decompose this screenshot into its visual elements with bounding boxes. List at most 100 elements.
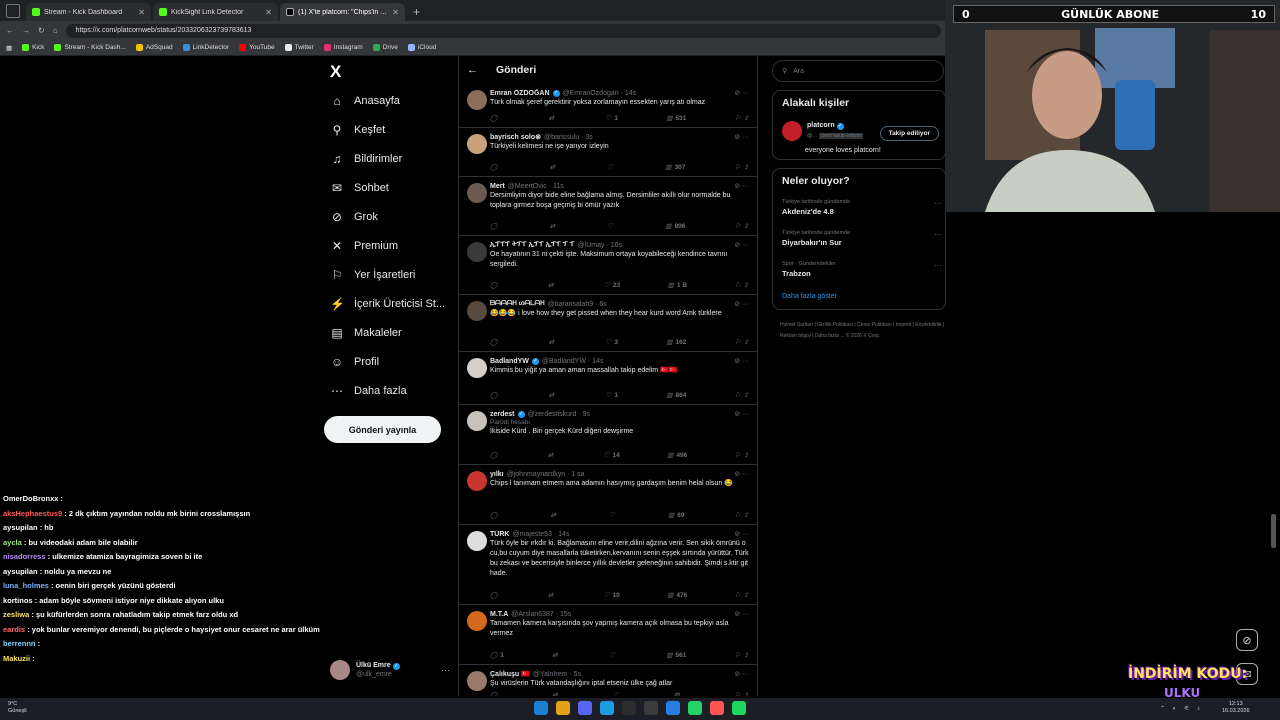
more-options-icon[interactable]: ··· (934, 261, 942, 270)
tweet[interactable]: ᗷᗩᗩᗩᕼ ᔕᗩᒪᗩᕼ @baransalah9 · 6s ⊘ ··· 😂😂😂 i l… (459, 295, 757, 352)
avatar[interactable] (467, 90, 487, 110)
chat-username[interactable]: luna_holmes (3, 581, 49, 590)
tweet-handle-time[interactable]: @YalnIrem · 5s (533, 671, 581, 678)
bookmark-button[interactable]: ⚐ ⇪ (735, 338, 749, 346)
more-options-icon[interactable]: ··· (934, 230, 942, 239)
share-icon[interactable]: ⇪ (744, 114, 749, 122)
apps-icon[interactable]: ▦ (6, 44, 12, 52)
reply-button[interactable]: ◯ (490, 691, 500, 696)
share-icon[interactable]: ⇪ (744, 691, 749, 696)
avatar[interactable] (467, 301, 487, 321)
bookmark-item[interactable]: AdSquad (135, 44, 173, 51)
reload-icon[interactable]: ↻ (38, 26, 45, 35)
grok-and-more-icons[interactable]: ⊘ ··· (734, 300, 749, 308)
forward-icon[interactable]: → (22, 26, 30, 35)
reply-button[interactable]: ◯ (490, 591, 500, 599)
following-button[interactable]: Takip ediliyor (879, 126, 939, 141)
clock[interactable]: 12:13 16.03.2026 (1222, 701, 1250, 715)
chat-username[interactable]: aysupilan (3, 567, 38, 576)
tweet-handle-time[interactable]: @barissulu · 3s (544, 134, 593, 141)
x-logo-icon[interactable]: X (330, 62, 341, 82)
like-button[interactable]: ♡ (607, 163, 616, 171)
bookmark-button[interactable]: ⚐ ⇪ (735, 222, 749, 230)
bookmark-button[interactable]: ⚐ ⇪ (735, 451, 749, 459)
person-info[interactable]: platcorn ✓ @... Seni takip ediyor (807, 121, 864, 141)
taskbar-app-icon[interactable] (622, 701, 636, 715)
reply-button[interactable]: ◯ (490, 281, 500, 289)
taskbar-app-icon[interactable] (556, 701, 570, 715)
nav-item-creator-studio[interactable]: ⚡ İçerik Üreticisi St... (330, 297, 445, 311)
share-icon[interactable]: ⇪ (744, 281, 749, 289)
avatar[interactable] (467, 242, 487, 262)
share-icon[interactable]: ⇪ (744, 511, 749, 519)
nav-item-bookmarks[interactable]: ⚐ Yer İşaretleri (330, 268, 416, 282)
chat-username[interactable]: zesliwa (3, 610, 29, 619)
tweet[interactable]: zerdest ✓ @zerdestiskurd · 9s ⊘ ··· Parodi h… (459, 405, 757, 465)
bookmark-button[interactable]: ⚐ ⇪ (735, 114, 749, 122)
browser-tab[interactable]: KickSight Link Detector ✕ (153, 3, 278, 21)
reply-button[interactable]: ◯ (490, 451, 500, 459)
more-options-icon[interactable]: ··· (441, 665, 450, 675)
nav-item-explore[interactable]: ⚲ Keşfet (330, 123, 386, 137)
taskbar-app-icon[interactable] (600, 701, 614, 715)
system-tray[interactable]: ⌃ ◐ ⚟ ♪ (1160, 705, 1203, 712)
tweet-handle-time[interactable]: @MeertOvic · 11s (508, 183, 564, 190)
grok-and-more-icons[interactable]: ⊘ ··· (734, 182, 749, 190)
chat-username[interactable]: Makuzii (3, 654, 30, 663)
share-icon[interactable]: ⇪ (744, 338, 749, 346)
taskbar-app-icon[interactable] (710, 701, 724, 715)
trend-item[interactable]: Spor · Gündemdekiler Trabzon ··· (782, 261, 942, 278)
reply-button[interactable]: ◯ (490, 222, 500, 230)
tweet[interactable]: yılkı @johnmaynardkyn · 1 sa ⊘ ··· Chips l … (459, 465, 757, 525)
tweet[interactable]: Çalıkuşu 🇹🇷 @YalnIrem · 5s ⊘ ··· Şu virüsle… (459, 665, 757, 696)
views-button[interactable]: ▥ (674, 691, 683, 696)
repost-button[interactable]: ⇄ (552, 651, 560, 659)
tweet[interactable]: ኢፕፐፕ ትፕፐ ኢፕፐ ኢፕፐ ፕ ፐ @lUmay · 16s ⊘ ··· Oe … (459, 236, 757, 295)
tweet-handle-time[interactable]: @lUmay · 16s (578, 242, 622, 249)
repost-button[interactable]: ⇄ (552, 691, 560, 696)
taskbar-app-icon[interactable] (578, 701, 592, 715)
like-button[interactable]: ♡ 10 (604, 591, 620, 600)
like-button[interactable]: ♡ 14 (604, 451, 620, 460)
repost-button[interactable]: ⇄ (550, 222, 558, 230)
tweet-handle-time[interactable]: @EmranOzdogan · 14s (563, 90, 637, 97)
like-button[interactable]: ♡ (607, 222, 616, 230)
show-more-link[interactable]: Daha fazla göster (782, 293, 837, 300)
taskbar-app-icon[interactable] (644, 701, 658, 715)
bookmark-button[interactable]: ⚐ ⇪ (735, 511, 749, 519)
views-button[interactable]: ▥ 896 (665, 222, 685, 231)
bookmark-button[interactable]: ⚐ ⇪ (735, 651, 749, 659)
bookmark-item[interactable]: LinkDetector (182, 44, 229, 51)
like-button[interactable]: ♡ 1 (605, 114, 617, 123)
new-tab-button[interactable]: + (407, 5, 426, 21)
tweet-author[interactable]: yılkı (490, 471, 504, 478)
close-icon[interactable]: ✕ (392, 8, 399, 17)
taskbar-app-icon[interactable] (732, 701, 746, 715)
bookmark-button[interactable]: ⚐ ⇪ (735, 691, 749, 696)
tweet-author[interactable]: zerdest (490, 411, 515, 418)
grok-and-more-icons[interactable]: ⊘ ··· (734, 530, 749, 538)
views-button[interactable]: ▥ 496 (667, 451, 687, 460)
tweet-author[interactable]: BadlandYW (490, 358, 529, 365)
repost-button[interactable]: ⇄ (549, 391, 557, 399)
avatar[interactable] (467, 183, 487, 203)
reply-button[interactable]: ◯ (490, 114, 500, 122)
close-icon[interactable]: ✕ (265, 8, 272, 17)
repost-button[interactable]: ⇄ (549, 114, 557, 122)
more-options-icon[interactable]: ··· (934, 199, 942, 208)
tweet-author[interactable]: Çalıkuşu 🇹🇷 (490, 670, 530, 678)
chat-username[interactable]: aksHephaestus9 (3, 509, 62, 518)
taskbar-app-icon[interactable] (666, 701, 680, 715)
grok-and-more-icons[interactable]: ⊘ ··· (734, 610, 749, 618)
trend-item[interactable]: Türkiye tarihinde gündemde Diyarbakır'ın … (782, 230, 942, 247)
trend-item[interactable]: Türkiye tarihinde gündemde Akdeniz'de 4.8… (782, 199, 942, 216)
bookmark-item[interactable]: Drive (372, 44, 398, 51)
avatar[interactable] (467, 411, 487, 431)
views-button[interactable]: ▥ 476 (667, 591, 687, 600)
avatar[interactable] (467, 531, 487, 551)
window-menu-icon[interactable] (6, 4, 20, 18)
bookmark-item[interactable]: Kick (22, 44, 44, 51)
reply-button[interactable]: ◯ (490, 391, 500, 399)
url-field[interactable]: https://x.com/platcornweb/status/2033206… (65, 23, 941, 38)
avatar[interactable] (467, 358, 487, 378)
